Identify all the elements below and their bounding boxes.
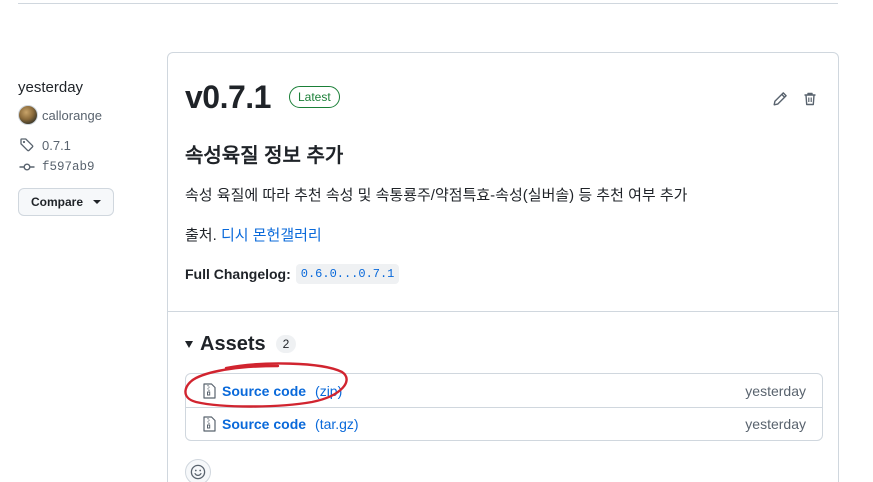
add-reaction-button[interactable]: [185, 459, 211, 482]
release-meta: yesterday callorange 0.7.1 f597ab9 Compa…: [18, 78, 148, 216]
asset-row-targz[interactable]: Source code (tar.gz) yesterday: [186, 407, 822, 440]
asset-list: Source code (zip) yesterday Source code …: [185, 373, 823, 441]
release-source: 출처. 디시 몬헌갤러리: [185, 224, 821, 245]
assets-count: 2: [275, 335, 297, 353]
changelog-label: Full Changelog:: [185, 266, 291, 282]
asset-time: yesterday: [745, 382, 806, 399]
avatar[interactable]: [18, 105, 38, 125]
chevron-down-icon: [93, 200, 101, 204]
release-card: v0.7.1 Latest 속성육질 정보 추가 속성 육질에 따라 추천 속성…: [167, 52, 839, 482]
tag-icon: [18, 137, 36, 153]
asset-name[interactable]: Source code: [222, 416, 306, 432]
commit-row[interactable]: f597ab9: [18, 158, 148, 176]
tag-label[interactable]: 0.7.1: [42, 138, 71, 153]
asset-ext[interactable]: (zip): [315, 383, 342, 399]
file-zip-icon: [203, 416, 216, 432]
triangle-down-icon: [185, 340, 193, 348]
smiley-icon: [190, 464, 206, 480]
release-description: 속성 육질에 따라 추천 속성 및 속통룡주/약점특효-속성(실버솔) 등 추천…: [185, 187, 688, 204]
release-heading: 속성육질 정보 추가: [185, 145, 344, 167]
author-name[interactable]: callorange: [42, 108, 102, 123]
release-title-row: v0.7.1 Latest: [185, 77, 821, 117]
assets-title: Assets: [200, 332, 266, 355]
commit-sha[interactable]: f597ab9: [42, 160, 95, 174]
source-link[interactable]: 디시 몬헌갤러리: [221, 227, 322, 244]
compare-button[interactable]: Compare: [18, 188, 114, 216]
trash-icon[interactable]: [802, 91, 818, 107]
asset-time: yesterday: [745, 416, 806, 432]
release-actions: [772, 91, 818, 107]
assets-section: Assets 2 Source code (zip) yesterday Sou…: [185, 331, 823, 441]
release-date: yesterday: [18, 79, 84, 96]
latest-badge: Latest: [288, 86, 340, 108]
asset-row-zip[interactable]: Source code (zip) yesterday: [186, 374, 822, 407]
changelog-link[interactable]: 0.6.0...0.7.1: [295, 264, 400, 284]
file-zip-icon: [203, 382, 216, 399]
changelog: Full Changelog: 0.6.0...0.7.1: [185, 264, 821, 284]
tag-row[interactable]: 0.7.1: [18, 136, 148, 154]
assets-divider: [168, 311, 838, 312]
author-row[interactable]: callorange: [18, 105, 148, 125]
compare-label: Compare: [30, 195, 83, 209]
assets-toggle[interactable]: Assets 2: [185, 331, 823, 357]
top-divider: [18, 3, 838, 4]
source-prefix: 출처.: [185, 227, 217, 244]
asset-ext[interactable]: (tar.gz): [315, 416, 359, 432]
pencil-icon[interactable]: [772, 91, 788, 107]
git-commit-icon: [18, 159, 36, 175]
asset-name[interactable]: Source code: [222, 383, 306, 399]
release-version[interactable]: v0.7.1: [185, 79, 271, 116]
